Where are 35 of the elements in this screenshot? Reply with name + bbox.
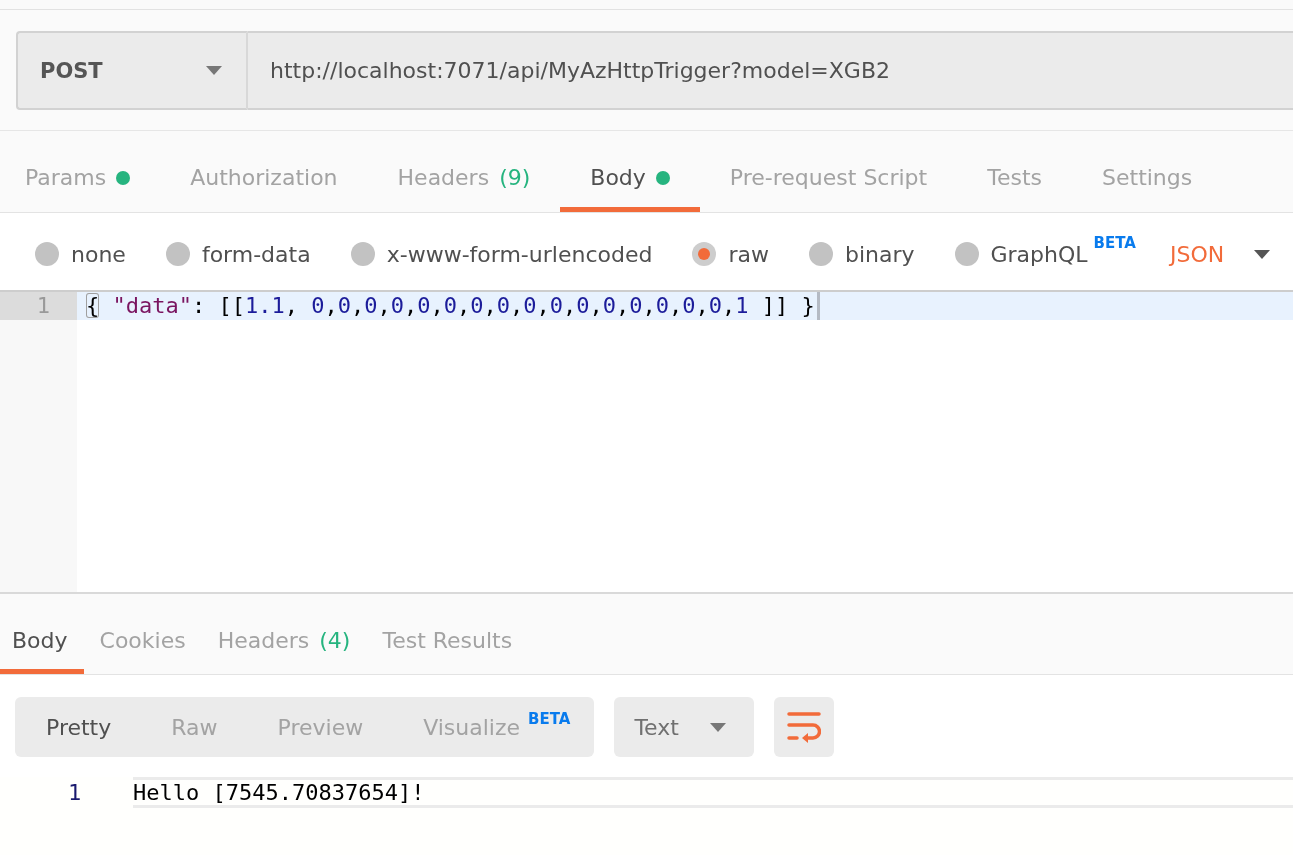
tab[interactable]: Tests xyxy=(957,131,1072,212)
line-number: 1 xyxy=(67,779,83,807)
tab[interactable]: Test Results xyxy=(366,594,529,674)
caret-icon xyxy=(710,722,727,732)
method-dropdown[interactable]: POST xyxy=(16,31,248,110)
tab[interactable]: Headers (4) xyxy=(201,594,367,674)
beta-label: BETA xyxy=(1093,233,1136,253)
url-field[interactable]: http://localhost:7071/api/MyAzHttpTrigger?model=XGB2 xyxy=(248,31,1293,110)
tab[interactable]: Cookies xyxy=(83,594,202,674)
beta-label: BETA xyxy=(528,709,571,729)
format-dropdown[interactable]: JSON xyxy=(1169,241,1271,267)
radio-option[interactable]: binary xyxy=(808,241,915,267)
tab[interactable]: Authorization xyxy=(160,131,368,212)
caret-icon xyxy=(1254,249,1271,259)
view-mode-tab[interactable]: Raw xyxy=(141,697,248,757)
code-editor[interactable]: 1 { "data": [[1.1, 0,0,0,0,0,0,0,0,0,0,0,0,0,0,0,0,1 ]] } xyxy=(0,290,1293,594)
radio-option[interactable]: raw xyxy=(692,241,769,267)
view-mode-tab[interactable]: Preview xyxy=(247,697,394,757)
tab[interactable]: Headers (9) xyxy=(367,131,561,212)
tab[interactable]: Params xyxy=(0,131,161,212)
view-mode-tab[interactable]: Visualize BETA xyxy=(393,697,595,757)
radio-option[interactable]: none xyxy=(35,241,126,267)
radio-option[interactable]: GraphQL BETA xyxy=(954,233,1136,275)
tab[interactable]: Pre-request Script xyxy=(699,131,958,212)
radio-option[interactable]: form-data xyxy=(165,241,311,267)
radio-option[interactable]: x-www-form-urlencoded xyxy=(350,241,653,267)
tab-count: (4) xyxy=(319,627,351,655)
wrap-lines-button[interactable] xyxy=(774,697,835,757)
format-dropdown[interactable]: Text xyxy=(614,697,755,757)
tab[interactable]: Settings xyxy=(1072,131,1223,212)
tab-count: (9) xyxy=(499,164,531,192)
caret-icon xyxy=(206,66,222,75)
code-text: { "data": [[1.1, 0,0,0,0,0,0,0,0,0,0,0,0,0,0,0,0,1 ]] } xyxy=(86,292,815,320)
line-number: 1 xyxy=(0,292,77,320)
view-mode-tab[interactable]: Pretty xyxy=(15,697,142,757)
